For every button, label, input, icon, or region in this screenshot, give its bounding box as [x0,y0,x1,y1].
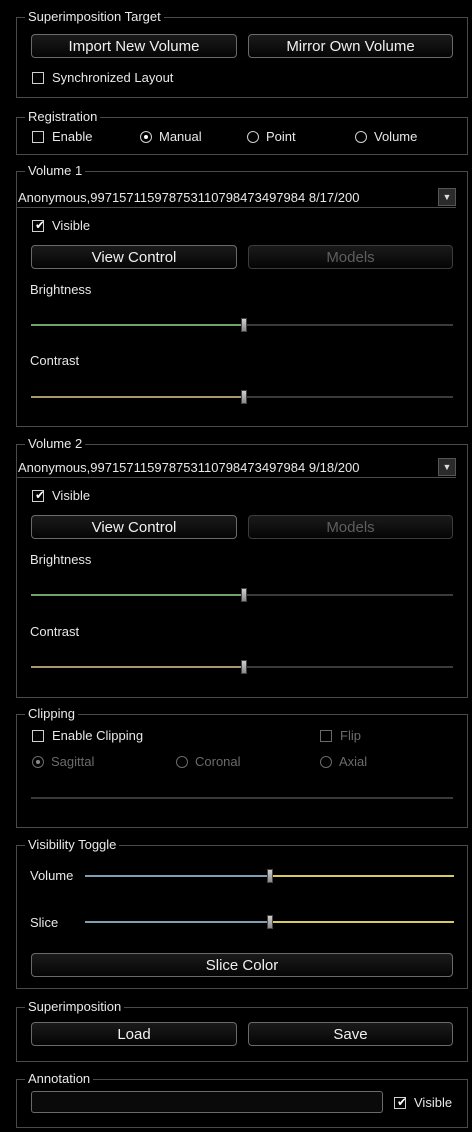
radio-label: Coronal [195,754,241,769]
slider-fill [31,324,243,326]
slider-handle[interactable] [267,869,273,883]
volume2-contrast-label: Contrast [30,624,80,639]
radio-selected-dot [36,759,40,764]
volume1-title: Volume 1 [25,163,86,179]
slider-handle[interactable] [241,660,247,674]
radio-label: Axial [339,754,368,769]
volume2-view-control-button[interactable]: View Control [31,515,237,539]
registration-volume-radio[interactable]: Volume [355,129,417,144]
slider-fill [85,921,270,923]
slice-visibility-slider[interactable] [85,915,454,929]
registration-title: Registration [25,109,101,125]
volume1-group: Volume 1 [16,163,468,427]
annotation-visible-checkbox[interactable]: ✔ Visible [394,1095,452,1110]
slider-fill [31,594,243,596]
load-button[interactable]: Load [31,1022,237,1046]
radio-circle [176,755,188,768]
checkbox-box [32,71,44,84]
checkbox-box [32,729,44,742]
radio-circle [140,130,152,143]
radio-label: Point [266,129,296,144]
slider-fill [85,875,270,877]
superimposition-title: Superimposition [25,999,125,1015]
checkbox-box: ✔ [394,1094,408,1109]
clipping-coronal-radio[interactable]: Coronal [176,754,241,769]
clipping-title: Clipping [25,706,78,722]
synchronized-layout-label: Synchronized Layout [52,70,174,85]
radio-label: Volume [374,129,418,144]
clipping-slider[interactable] [31,797,453,799]
registration-point-radio[interactable]: Point [247,129,296,144]
slice-color-button[interactable]: Slice Color [31,953,453,977]
volume2-brightness-slider[interactable] [31,588,453,602]
radio-circle [355,130,367,143]
volume1-select[interactable]: Anonymous,99715711597875311079847349798​… [16,188,456,208]
annotation-input[interactable] [31,1091,383,1113]
visibility-toggle-title: Visibility Toggle [25,837,120,853]
volume1-visible-checkbox[interactable]: ✔ Visible [32,218,90,233]
volume2-visible-checkbox[interactable]: ✔ Visible [32,488,90,503]
radio-selected-dot [144,134,148,139]
volume1-selected-value: Anonymous,99715711597875311079847349798​… [18,190,360,205]
volume1-view-control-button[interactable]: View Control [31,245,237,269]
chevron-down-icon[interactable]: ▼ [438,458,456,476]
volume1-brightness-slider[interactable] [31,318,453,332]
volume2-select[interactable]: Anonymous,99715711597875311079847349798​… [16,458,456,478]
checkbox-box: ✔ [32,217,46,232]
clipping-sagittal-radio[interactable]: Sagittal [32,754,94,769]
annotation-title: Annotation [25,1071,94,1087]
save-button[interactable]: Save [248,1022,453,1046]
volume-visibility-label: Volume [30,868,74,883]
registration-enable-label: Enable [52,129,93,144]
slider-handle[interactable] [241,588,247,602]
slice-visibility-label: Slice [30,915,59,930]
flip-label: Flip [340,728,361,743]
slider-fill [31,396,243,398]
chevron-down-icon[interactable]: ▼ [438,188,456,206]
registration-manual-radio[interactable]: Manual [140,129,202,144]
import-new-volume-button[interactable]: Import New Volume [31,34,237,58]
enable-clipping-checkbox[interactable]: Enable Clipping [32,728,143,743]
checkbox-box [32,130,44,143]
checkbox-box [320,729,332,742]
radio-label: Manual [159,129,202,144]
volume1-visible-label: Visible [52,218,91,233]
radio-circle [320,755,332,768]
check-icon: ✔ [397,1094,408,1109]
mirror-own-volume-button[interactable]: Mirror Own Volume [248,34,453,58]
volume2-brightness-label: Brightness [30,552,92,567]
volume2-title: Volume 2 [25,436,86,452]
radio-label: Sagittal [51,754,95,769]
volume2-visible-label: Visible [52,488,91,503]
volume2-contrast-slider[interactable] [31,660,453,674]
volume2-models-button[interactable]: Models [248,515,453,539]
check-icon: ✔ [35,217,46,232]
enable-clipping-label: Enable Clipping [52,728,144,743]
clipping-axial-radio[interactable]: Axial [320,754,367,769]
check-icon: ✔ [35,487,46,502]
registration-enable-checkbox[interactable]: Enable [32,129,92,144]
radio-circle [247,130,259,143]
checkbox-box: ✔ [32,487,46,502]
slider-handle[interactable] [267,915,273,929]
annotation-visible-label: Visible [414,1095,453,1110]
volume2-selected-value: Anonymous,99715711597875311079847349798​… [18,460,360,475]
volume1-models-button[interactable]: Models [248,245,453,269]
volume1-brightness-label: Brightness [30,282,92,297]
slider-fill [31,666,243,668]
volume1-contrast-label: Contrast [30,353,80,368]
radio-circle [32,755,44,768]
superimposition-target-title: Superimposition Target [25,9,164,25]
volume-visibility-slider[interactable] [85,869,454,883]
slider-handle[interactable] [241,390,247,404]
volume1-contrast-slider[interactable] [31,390,453,404]
flip-checkbox[interactable]: Flip [320,728,361,743]
synchronized-layout-checkbox[interactable]: Synchronized Layout [32,70,173,85]
slider-handle[interactable] [241,318,247,332]
